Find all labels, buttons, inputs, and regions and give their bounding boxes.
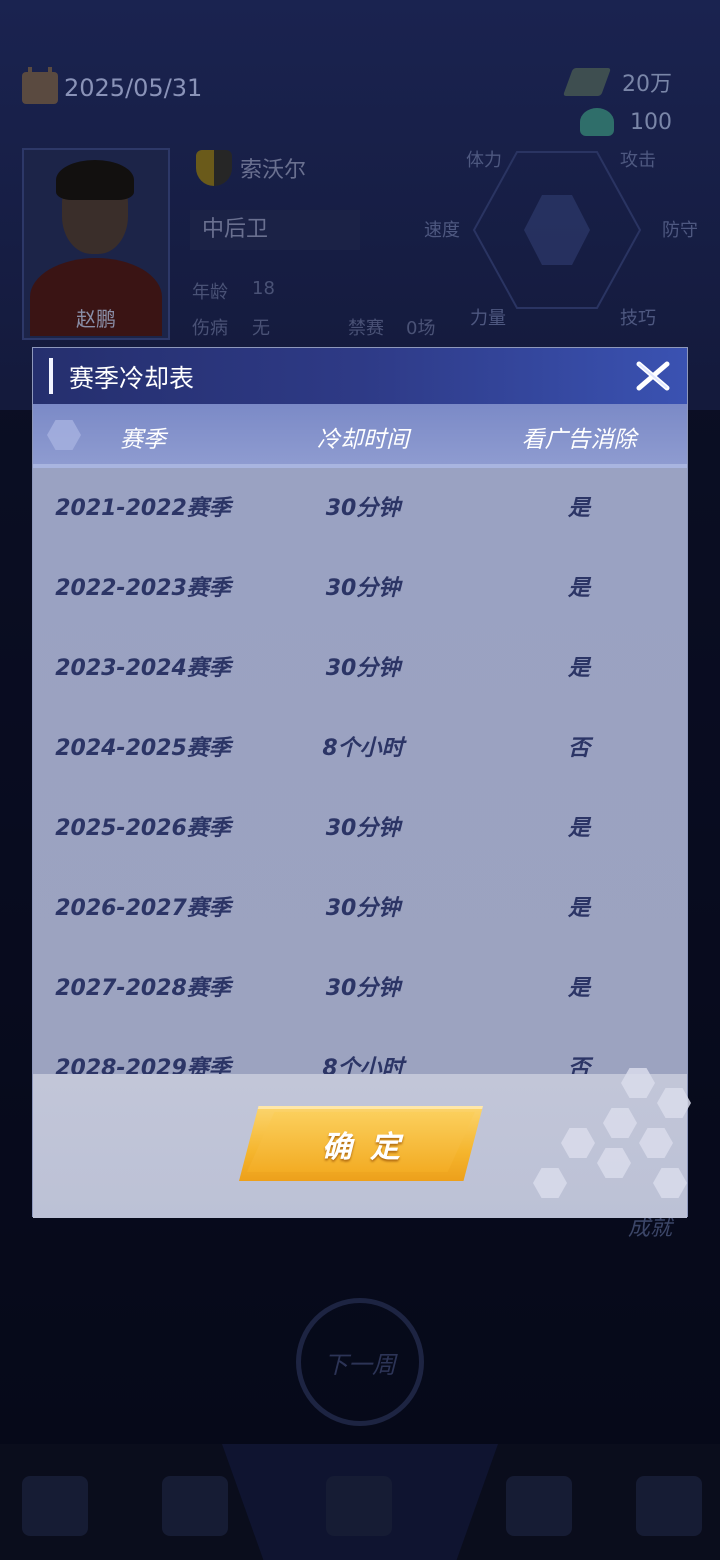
confirm-button-label: 确定 — [322, 1130, 418, 1165]
cooldown-cell: 8个小时 — [322, 736, 404, 761]
cooldown-cell: 8个小时 — [322, 1056, 404, 1074]
hexagon-decoration — [603, 1108, 637, 1138]
season-cell: 2028-2029赛季 — [55, 1056, 231, 1074]
player-portrait: 赵鹏 — [22, 148, 170, 340]
season-cell: 2026-2027赛季 — [55, 896, 231, 921]
column-header-season: 赛季 — [120, 427, 166, 453]
age-value: 18 — [252, 278, 275, 299]
radar-label-stamina: 体力 — [466, 150, 502, 171]
nav-match-icon — [326, 1476, 392, 1536]
ad-remove-cell: 是 — [567, 576, 590, 601]
club-name: 索沃尔 — [240, 158, 307, 183]
season-cell: 2027-2028赛季 — [55, 976, 231, 1001]
dialog-title: 赛季冷却表 — [69, 364, 195, 393]
portrait-hair — [56, 160, 134, 200]
hexagon-decoration — [561, 1128, 595, 1158]
radar-label-strength: 力量 — [470, 308, 506, 329]
money-value: 20万 — [622, 72, 672, 97]
table-row: 2021-2022赛季 30分钟 是 — [33, 468, 687, 548]
dialog-header: 赛季冷却表 — [33, 348, 687, 404]
cooldown-cell: 30分钟 — [325, 896, 401, 921]
cooldown-cell: 30分钟 — [325, 576, 401, 601]
gem-icon — [580, 108, 614, 136]
ad-remove-cell: 是 — [567, 976, 590, 1001]
table-row: 2027-2028赛季 30分钟 是 — [33, 948, 687, 1028]
table-row: 2025-2026赛季 30分钟 是 — [33, 788, 687, 868]
money-icon — [562, 68, 612, 96]
attribute-radar-chart — [472, 151, 642, 309]
hexagon-decoration — [533, 1168, 567, 1198]
hexagon-decoration — [639, 1128, 673, 1158]
table-row: 2024-2025赛季 8个小时 否 — [33, 708, 687, 788]
table-row: 2026-2027赛季 30分钟 是 — [33, 868, 687, 948]
cooldown-cell: 30分钟 — [325, 816, 401, 841]
ad-remove-cell: 是 — [567, 496, 590, 521]
suspension-label: 禁赛 — [348, 318, 384, 339]
season-cell: 2024-2025赛季 — [55, 736, 231, 761]
injury-value: 无 — [252, 318, 270, 339]
ad-remove-cell: 是 — [567, 896, 590, 921]
title-accent-bar — [49, 358, 53, 394]
ad-remove-cell: 是 — [567, 816, 590, 841]
gem-value: 100 — [630, 109, 672, 135]
age-label: 年龄 — [192, 282, 228, 303]
nav-team-icon — [22, 1476, 88, 1536]
date-display: 2025/05/31 — [22, 67, 203, 104]
date-text: 2025/05/31 — [64, 74, 203, 102]
season-cell: 2021-2022赛季 — [55, 496, 231, 521]
table-header: 赛季 冷却时间 看广告消除 — [33, 404, 687, 468]
season-cell: 2025-2026赛季 — [55, 816, 231, 841]
club-badge-icon — [196, 150, 232, 186]
table-row: 2023-2024赛季 30分钟 是 — [33, 628, 687, 708]
radar-label-speed: 速度 — [424, 220, 460, 241]
radar-label-defense: 防守 — [662, 220, 698, 241]
cooldown-cell: 30分钟 — [325, 656, 401, 681]
season-cooldown-dialog: 赛季冷却表 赛季 冷却时间 看广告消除 2021-2022赛季 30分钟 是 2… — [32, 347, 691, 1218]
ad-remove-cell: 否 — [567, 736, 590, 761]
gem-resource: 100 — [580, 108, 672, 136]
injury-label: 伤病 — [192, 318, 228, 339]
position-box: 中后卫 — [190, 210, 360, 250]
close-button[interactable] — [633, 356, 673, 396]
table-row: 2028-2029赛季 8个小时 否 — [33, 1028, 687, 1074]
nav-club-icon — [506, 1476, 572, 1536]
suspension-value: 0场 — [406, 318, 436, 339]
calendar-icon — [22, 67, 58, 104]
hexagon-decoration — [657, 1088, 691, 1118]
player-name: 赵鹏 — [76, 307, 116, 331]
column-header-cooldown: 冷却时间 — [317, 427, 409, 453]
cooldown-table-body[interactable]: 2021-2022赛季 30分钟 是 2022-2023赛季 30分钟 是 20… — [33, 468, 687, 1074]
ad-remove-cell: 否 — [567, 1056, 590, 1074]
close-icon — [636, 361, 670, 391]
hexagon-decoration — [597, 1148, 631, 1178]
nav-trophy-icon — [636, 1476, 702, 1536]
cooldown-cell: 30分钟 — [325, 496, 401, 521]
dialog-footer: 确定 — [33, 1068, 691, 1218]
club-info: 索沃尔 — [196, 150, 306, 186]
column-header-ad-remove: 看广告消除 — [521, 427, 637, 453]
next-week-button: 下一周 — [296, 1298, 424, 1426]
next-week-label: 下一周 — [324, 1350, 396, 1379]
season-cell: 2023-2024赛季 — [55, 656, 231, 681]
hexagon-decoration — [653, 1168, 687, 1198]
radar-label-technique: 技巧 — [620, 308, 656, 329]
cooldown-cell: 30分钟 — [325, 976, 401, 1001]
season-cell: 2022-2023赛季 — [55, 576, 231, 601]
money-resource: 20万 — [562, 66, 672, 98]
nav-pitch-icon — [162, 1476, 228, 1536]
ad-remove-cell: 是 — [567, 656, 590, 681]
table-row: 2022-2023赛季 30分钟 是 — [33, 548, 687, 628]
confirm-button[interactable]: 确定 — [239, 1106, 483, 1181]
radar-label-attack: 攻击 — [620, 150, 656, 171]
